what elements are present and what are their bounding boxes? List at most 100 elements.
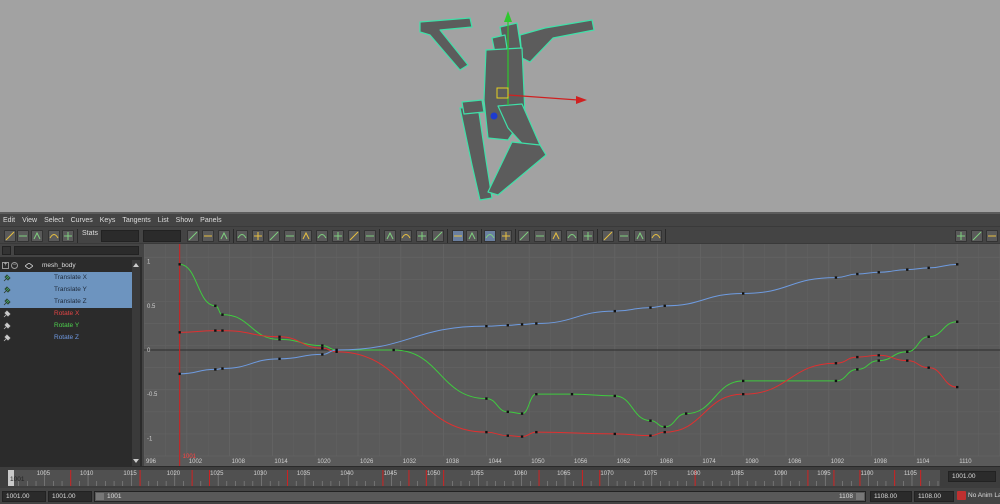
curve-tool-icon — [366, 235, 374, 237]
anim-layer-icon[interactable] — [957, 491, 966, 500]
playback-start-field[interactable]: 1001.00 — [48, 491, 92, 502]
x-tick-label: 996 — [146, 459, 157, 465]
menu-select[interactable]: Select — [44, 217, 63, 224]
collapse-minus-icon[interactable]: − — [11, 262, 18, 269]
toolbar-tool-button[interactable] — [218, 230, 230, 242]
keyframe-point — [506, 410, 509, 414]
toolbar-tool-button[interactable] — [484, 230, 496, 242]
pin-icon[interactable] — [3, 322, 11, 330]
toolbar-tool-button[interactable] — [202, 230, 214, 242]
toolbar-tool-button[interactable] — [986, 230, 998, 242]
curve-graph[interactable]: 996 1002 1008 1014 1020 1026 1032 1038 1044 1050 1… — [144, 244, 1000, 466]
outliner-search-input[interactable] — [14, 246, 139, 255]
pin-icon[interactable] — [3, 334, 11, 342]
curve-tool-icon — [502, 232, 510, 240]
toolbar-tool-button[interactable] — [384, 230, 396, 242]
menu-list[interactable]: List — [158, 217, 169, 224]
graph-view[interactable]: 996 1002 1008 1014 1020 1026 1032 1038 1044 1050 1… — [144, 244, 1000, 466]
playback-end-field[interactable]: 1108.00 — [870, 491, 912, 502]
toolbar-tool-button[interactable] — [618, 230, 630, 242]
range-slider[interactable]: 1001 1108 — [94, 491, 866, 502]
toolbar-tool-button[interactable] — [316, 230, 328, 242]
timeline-tick-label: 1080 — [687, 471, 701, 477]
time-ruler[interactable]: 1005 1010 1015 1020 1025 1030 1035 1040 1045 1050… — [0, 467, 1000, 489]
expand-plus-icon[interactable]: + — [2, 262, 9, 269]
timeline-tick-label: 1095 — [817, 471, 831, 477]
toolbar-tool-button[interactable] — [252, 230, 264, 242]
menu-show[interactable]: Show — [176, 217, 194, 224]
toolbar-tool-button[interactable] — [432, 230, 444, 242]
toolbar-tool-button[interactable] — [650, 230, 662, 242]
animation-end-field[interactable]: 1108.00 — [914, 491, 954, 502]
channel-label: Rotate X — [54, 310, 80, 317]
toolbar-tool-button[interactable] — [400, 230, 412, 242]
pin-icon[interactable] — [3, 298, 11, 306]
toolbar-tool-button[interactable] — [364, 230, 376, 242]
timeline-tick-label: 1020 — [167, 471, 181, 477]
toolbar-tool-button[interactable] — [550, 230, 562, 242]
outliner-scrollbar[interactable] — [132, 260, 140, 466]
channel-rotate-y[interactable]: Rotate Y — [0, 320, 132, 332]
keyframe-point — [649, 419, 652, 422]
curve-tool-icon — [386, 231, 394, 240]
toolbar-tool-button[interactable] — [62, 230, 74, 242]
channel-rotate-z[interactable]: Rotate Z — [0, 332, 132, 344]
channel-translate-y[interactable]: Translate Y — [0, 284, 132, 296]
time-slider[interactable]: 1005 1010 1015 1020 1025 1030 1035 1040 1045 1050… — [0, 466, 1000, 488]
toolbar-tool-button[interactable] — [602, 230, 614, 242]
viewport-3d[interactable] — [0, 0, 1000, 212]
toolbar-tool-button[interactable] — [4, 230, 16, 242]
toolbar-tool-button[interactable] — [534, 230, 546, 242]
stats-field[interactable] — [143, 230, 181, 242]
toolbar-tool-button[interactable] — [31, 230, 43, 242]
toolbar-tool-button[interactable] — [187, 230, 199, 242]
pin-icon[interactable] — [3, 274, 11, 282]
channel-translate-x[interactable]: Translate X — [0, 272, 132, 284]
menu-curves[interactable]: Curves — [71, 217, 93, 224]
toolbar-tool-button[interactable] — [500, 230, 512, 242]
menu-panels[interactable]: Panels — [200, 217, 221, 224]
menu-edit[interactable]: Edit — [3, 217, 15, 224]
pin-icon[interactable] — [3, 310, 11, 318]
keyframe-point — [570, 392, 574, 396]
animation-start-field[interactable]: 1001.00 — [2, 491, 46, 502]
toolbar-tool-button[interactable] — [466, 230, 478, 242]
stats-field[interactable] — [101, 230, 139, 242]
outliner-node-mesh-body[interactable]: + − mesh_body — [0, 260, 132, 272]
toolbar-separator — [481, 229, 482, 243]
toolbar-tool-button[interactable] — [17, 230, 29, 242]
toolbar-tool-button[interactable] — [518, 230, 530, 242]
menu-tangents[interactable]: Tangents — [122, 217, 150, 224]
anim-layer-label[interactable]: No Anim La — [968, 491, 1000, 501]
toolbar-tool-button[interactable] — [566, 230, 578, 242]
toolbar-tool-button[interactable] — [452, 230, 464, 242]
toolbar-tool-button[interactable] — [634, 230, 646, 242]
pin-icon[interactable] — [3, 286, 11, 294]
keyframe-point — [742, 379, 745, 383]
toolbar-tool-button[interactable] — [48, 230, 60, 242]
current-time-field[interactable]: 1001.00 — [948, 471, 996, 482]
x-tick-label: 1074 — [702, 459, 716, 465]
menu-view[interactable]: View — [22, 217, 37, 224]
character-mesh[interactable] — [0, 0, 1000, 212]
scroll-up-icon[interactable] — [133, 263, 139, 267]
toolbar-tool-button[interactable] — [348, 230, 360, 242]
toolbar-tool-button[interactable] — [268, 230, 280, 242]
x-tick-label: 1086 — [788, 459, 802, 465]
toolbar-tool-button[interactable] — [971, 230, 983, 242]
toolbar-tool-button[interactable] — [300, 230, 312, 242]
scroll-down-icon[interactable] — [133, 459, 139, 463]
toolbar-tool-button[interactable] — [236, 230, 248, 242]
x-tick-label: 1092 — [831, 459, 845, 465]
filter-toggle-icon[interactable] — [2, 246, 11, 255]
toolbar-tool-button[interactable] — [582, 230, 594, 242]
range-end-handle[interactable] — [856, 493, 864, 500]
toolbar-tool-button[interactable] — [284, 230, 296, 242]
range-start-handle[interactable] — [96, 493, 104, 500]
toolbar-tool-button[interactable] — [955, 230, 967, 242]
menu-keys[interactable]: Keys — [100, 217, 116, 224]
channel-rotate-x[interactable]: Rotate X — [0, 308, 132, 320]
toolbar-tool-button[interactable] — [332, 230, 344, 242]
channel-translate-z[interactable]: Translate Z — [0, 296, 132, 308]
toolbar-tool-button[interactable] — [416, 230, 428, 242]
